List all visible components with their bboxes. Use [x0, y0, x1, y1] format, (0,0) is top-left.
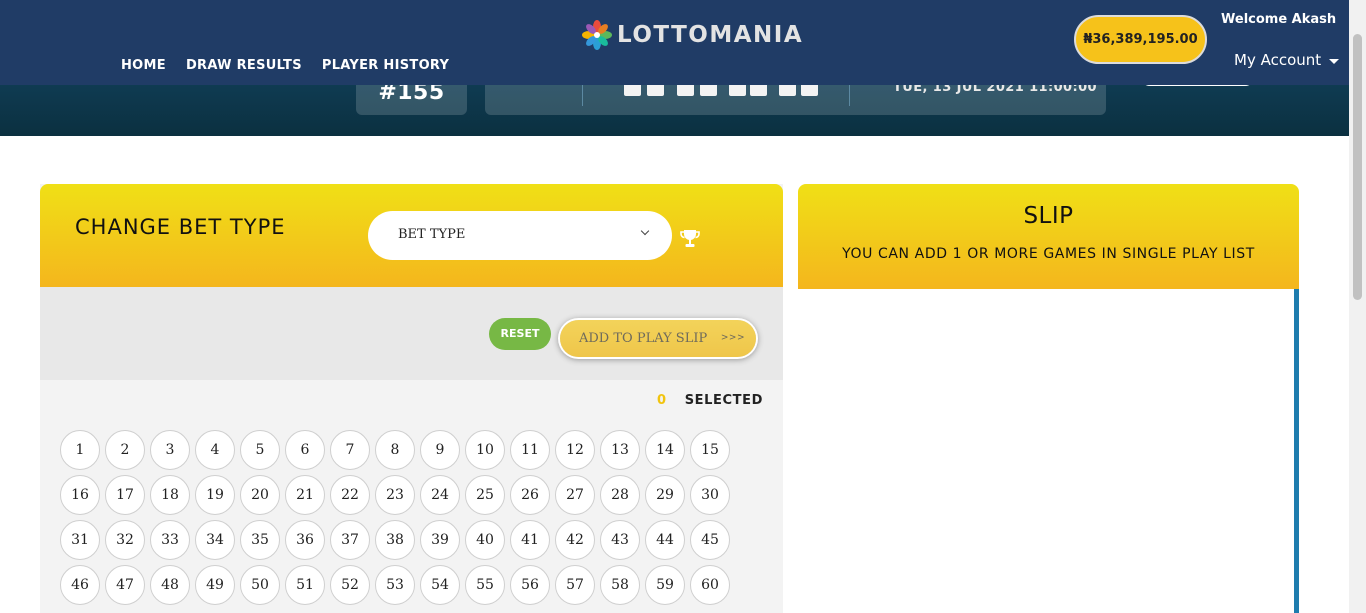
- number-ball[interactable]: 7: [330, 430, 370, 470]
- number-ball[interactable]: 32: [105, 520, 145, 560]
- number-ball[interactable]: 8: [375, 430, 415, 470]
- number-ball[interactable]: 42: [555, 520, 595, 560]
- number-ball[interactable]: 29: [645, 475, 685, 515]
- number-ball[interactable]: 57: [555, 565, 595, 605]
- nav-home[interactable]: HOME: [121, 58, 166, 73]
- number-ball[interactable]: 16: [60, 475, 100, 515]
- number-ball[interactable]: 60: [690, 565, 730, 605]
- my-account-dropdown[interactable]: My Account: [1234, 51, 1340, 69]
- timer-separator: [582, 84, 583, 106]
- number-ball[interactable]: 52: [330, 565, 370, 605]
- number-ball[interactable]: 47: [105, 565, 145, 605]
- number-ball[interactable]: 17: [105, 475, 145, 515]
- number-ball[interactable]: 56: [510, 565, 550, 605]
- number-ball[interactable]: 4: [195, 430, 235, 470]
- number-ball[interactable]: 6: [285, 430, 325, 470]
- bet-toolbar: RESET ADD TO PLAY SLIP >>>: [40, 287, 783, 380]
- bet-type-select[interactable]: BET TYPE: [368, 211, 672, 260]
- slip-scroll-bar[interactable]: [1294, 289, 1299, 613]
- bet-panel-header: CHANGE BET TYPE BET TYPE: [40, 184, 783, 287]
- wallet-balance-button[interactable]: ₦36,389,195.00: [1074, 15, 1207, 64]
- number-ball[interactable]: 22: [330, 475, 370, 515]
- slip-subtitle: YOU CAN ADD 1 OR MORE GAMES IN SINGLE PL…: [842, 246, 1255, 262]
- number-ball[interactable]: 54: [420, 565, 460, 605]
- selected-counter: 0 SELECTED: [657, 393, 763, 408]
- page-scrollbar[interactable]: [1349, 0, 1366, 613]
- add-to-play-slip-button[interactable]: ADD TO PLAY SLIP >>>: [560, 320, 756, 357]
- nav-draw-results[interactable]: DRAW RESULTS: [186, 58, 302, 73]
- arrows-right-icon: >>>: [720, 333, 745, 343]
- number-ball[interactable]: 1: [60, 430, 100, 470]
- number-ball[interactable]: 5: [240, 430, 280, 470]
- number-ball[interactable]: 25: [465, 475, 505, 515]
- number-ball[interactable]: 10: [465, 430, 505, 470]
- number-ball[interactable]: 48: [150, 565, 190, 605]
- number-ball[interactable]: 51: [285, 565, 325, 605]
- number-grid: 1 2 3 4 5 6 7 8 9 10 11 12 13 14 15 16 17 18 19 20 21 22 23 24 2…: [60, 430, 730, 605]
- chevron-down-icon: [640, 226, 650, 236]
- number-ball[interactable]: 38: [375, 520, 415, 560]
- number-ball[interactable]: 14: [645, 430, 685, 470]
- number-ball[interactable]: 28: [600, 475, 640, 515]
- logo-flower-icon: [582, 20, 612, 50]
- timer-separator: [849, 84, 850, 106]
- number-ball[interactable]: 36: [285, 520, 325, 560]
- trophy-icon[interactable]: [678, 227, 702, 251]
- slip-title: SLIP: [1023, 203, 1074, 229]
- number-ball[interactable]: 49: [195, 565, 235, 605]
- number-ball[interactable]: 43: [600, 520, 640, 560]
- reset-button[interactable]: RESET: [489, 318, 551, 350]
- nav-player-history[interactable]: PLAYER HISTORY: [322, 58, 449, 73]
- number-ball[interactable]: 23: [375, 475, 415, 515]
- number-ball[interactable]: 24: [420, 475, 460, 515]
- number-ball[interactable]: 20: [240, 475, 280, 515]
- number-ball[interactable]: 15: [690, 430, 730, 470]
- number-ball[interactable]: 37: [330, 520, 370, 560]
- number-ball[interactable]: 19: [195, 475, 235, 515]
- slip-header: SLIP YOU CAN ADD 1 OR MORE GAMES IN SING…: [798, 184, 1299, 289]
- number-ball[interactable]: 39: [420, 520, 460, 560]
- number-ball[interactable]: 44: [645, 520, 685, 560]
- number-ball[interactable]: 31: [60, 520, 100, 560]
- number-ball[interactable]: 41: [510, 520, 550, 560]
- number-ball[interactable]: 9: [420, 430, 460, 470]
- selected-label: SELECTED: [684, 393, 763, 408]
- number-ball[interactable]: 27: [555, 475, 595, 515]
- number-ball[interactable]: 2: [105, 430, 145, 470]
- number-ball[interactable]: 33: [150, 520, 190, 560]
- scrollbar-thumb[interactable]: [1353, 34, 1362, 300]
- bet-type-select-value: BET TYPE: [398, 227, 466, 242]
- my-account-label: My Account: [1234, 51, 1322, 69]
- change-bet-type-title: CHANGE BET TYPE: [75, 215, 286, 239]
- number-ball[interactable]: 45: [690, 520, 730, 560]
- number-ball[interactable]: 50: [240, 565, 280, 605]
- number-ball[interactable]: 46: [60, 565, 100, 605]
- caret-down-icon: [1329, 58, 1340, 64]
- logo[interactable]: LOTTOMANIA: [581, 19, 803, 51]
- number-ball[interactable]: 13: [600, 430, 640, 470]
- number-ball[interactable]: 21: [285, 475, 325, 515]
- number-ball[interactable]: 18: [150, 475, 190, 515]
- logo-text: LOTTOMANIA: [617, 22, 804, 48]
- number-ball[interactable]: 34: [195, 520, 235, 560]
- number-ball[interactable]: 55: [465, 565, 505, 605]
- number-ball[interactable]: 59: [645, 565, 685, 605]
- slip-list: [798, 289, 1299, 613]
- main-nav: HOME DRAW RESULTS PLAYER HISTORY: [121, 58, 449, 73]
- number-ball[interactable]: 35: [240, 520, 280, 560]
- number-ball[interactable]: 3: [150, 430, 190, 470]
- number-ball[interactable]: 30: [690, 475, 730, 515]
- number-ball[interactable]: 58: [600, 565, 640, 605]
- top-header: LOTTOMANIA HOME DRAW RESULTS PLAYER HIST…: [0, 0, 1349, 85]
- number-ball[interactable]: 26: [510, 475, 550, 515]
- selected-count: 0: [657, 393, 667, 408]
- number-ball[interactable]: 12: [555, 430, 595, 470]
- bet-panel: CHANGE BET TYPE BET TYPE RESET ADD TO PL…: [40, 184, 783, 613]
- number-ball[interactable]: 53: [375, 565, 415, 605]
- slip-panel: SLIP YOU CAN ADD 1 OR MORE GAMES IN SING…: [798, 184, 1299, 613]
- welcome-text: Welcome Akash: [1221, 12, 1337, 27]
- add-to-play-slip-label: ADD TO PLAY SLIP: [579, 331, 708, 346]
- number-ball[interactable]: 11: [510, 430, 550, 470]
- number-ball[interactable]: 40: [465, 520, 505, 560]
